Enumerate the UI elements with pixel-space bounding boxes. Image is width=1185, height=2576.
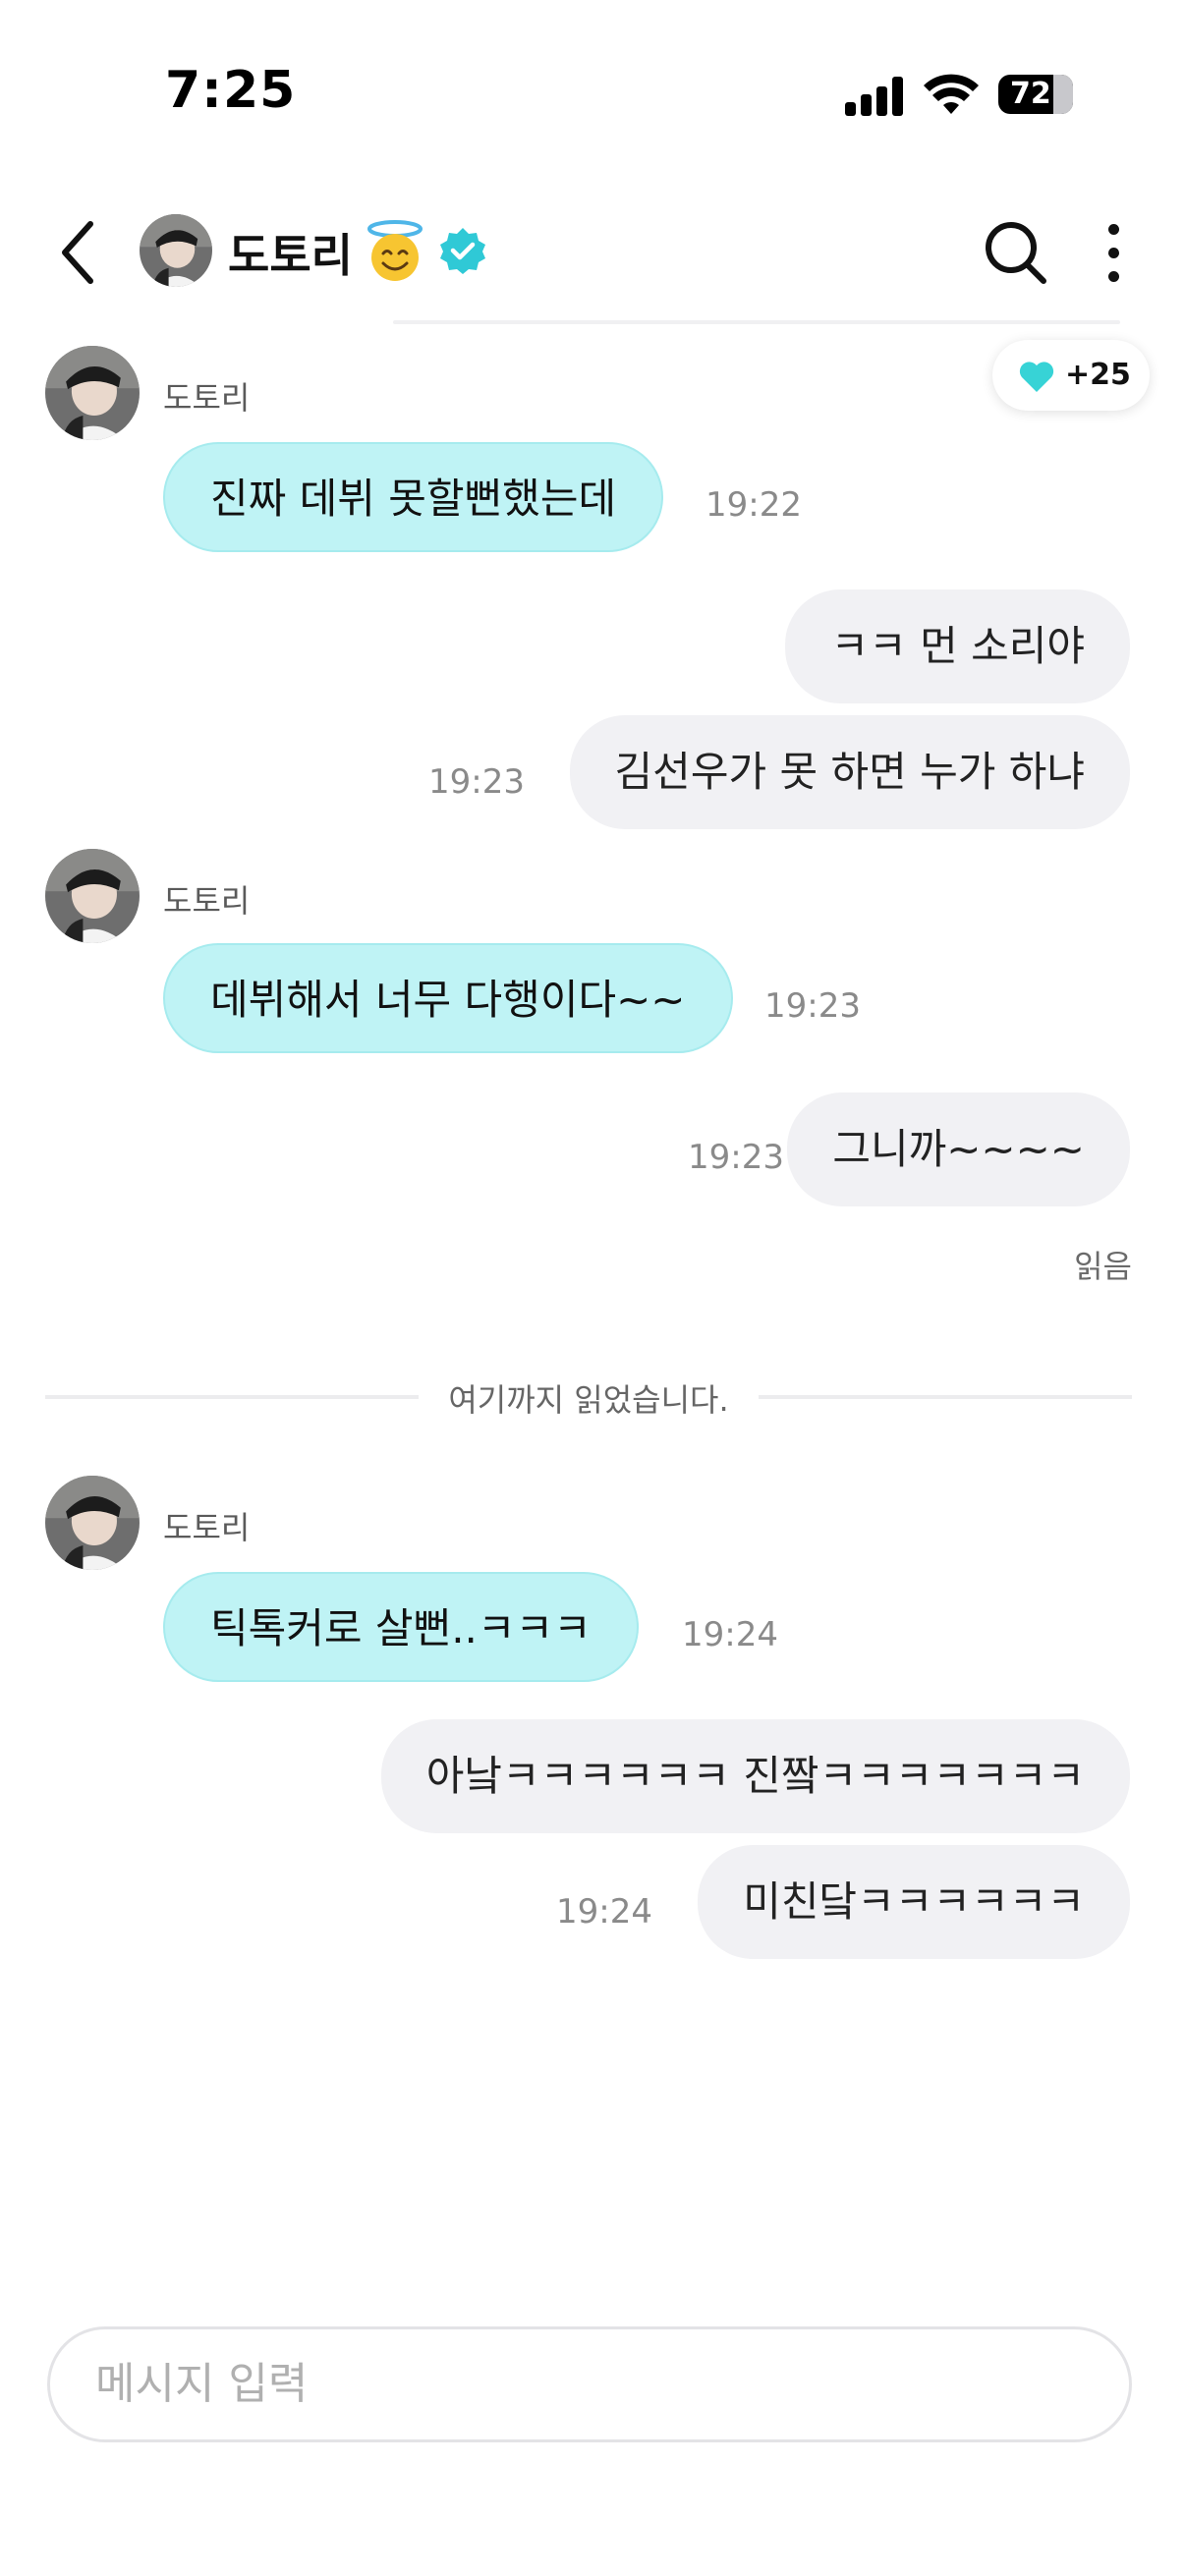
incoming-message[interactable]: 데뷔해서 너무 다행이다~~ — [163, 943, 733, 1053]
message-time: 19:24 — [556, 1892, 652, 1932]
avatar[interactable] — [45, 849, 140, 943]
avatar[interactable] — [45, 346, 140, 440]
back-arrow-icon[interactable] — [57, 218, 96, 287]
message-input[interactable]: 메시지 입력 — [47, 2326, 1132, 2442]
outgoing-message[interactable]: 김선우가 못 하면 누가 하냐 — [569, 715, 1130, 829]
verified-badge-icon — [440, 228, 485, 274]
read-divider: 여기까지 읽었습니다. — [45, 1375, 1132, 1419]
avatar[interactable] — [45, 1476, 140, 1570]
collapsed-notice-edge — [393, 320, 1120, 324]
message-time: 19:22 — [705, 485, 802, 525]
battery-level: 72 — [1010, 77, 1051, 111]
status-time: 7:25 — [165, 61, 297, 120]
search-icon[interactable] — [983, 218, 1047, 287]
outgoing-message[interactable]: 미친닼ㅋㅋㅋㅋㅋㅋ — [698, 1845, 1130, 1959]
heart-icon — [1019, 362, 1054, 392]
incoming-message[interactable]: 진짜 데뷔 못할뻔했는데 — [163, 442, 664, 552]
incoming-message[interactable]: 틱톡커로 살뻔..ㅋㅋㅋ — [163, 1572, 639, 1682]
read-receipt: 읽음 — [1074, 1248, 1132, 1285]
message-time: 19:23 — [764, 986, 861, 1026]
halo-emoji-icon — [367, 220, 423, 281]
sender-name: 도토리 — [163, 1509, 251, 1546]
outgoing-message[interactable]: 아낰ㅋㅋㅋㅋㅋㅋ 진짴ㅋㅋㅋㅋㅋㅋㅋ — [380, 1719, 1130, 1833]
cellular-signal-icon — [845, 77, 906, 116]
more-options-icon[interactable] — [1099, 220, 1128, 285]
heart-count: +25 — [1065, 358, 1131, 392]
sender-name: 도토리 — [163, 379, 251, 417]
wifi-icon — [924, 74, 979, 114]
battery-icon: 72 — [998, 75, 1073, 114]
message-time: 19:23 — [688, 1138, 784, 1177]
message-time: 19:24 — [682, 1615, 778, 1654]
outgoing-message[interactable]: ㅋㅋ 먼 소리야 — [785, 589, 1130, 703]
heart-reaction-badge[interactable]: +25 — [992, 340, 1150, 411]
contact-name: 도토리 — [228, 229, 353, 282]
message-time: 19:23 — [428, 762, 525, 802]
read-divider-label: 여기까지 읽었습니다. — [424, 1381, 753, 1419]
sender-name: 도토리 — [163, 882, 251, 920]
header-avatar[interactable] — [140, 214, 212, 287]
outgoing-message[interactable]: 그니까~~~~ — [787, 1092, 1130, 1206]
